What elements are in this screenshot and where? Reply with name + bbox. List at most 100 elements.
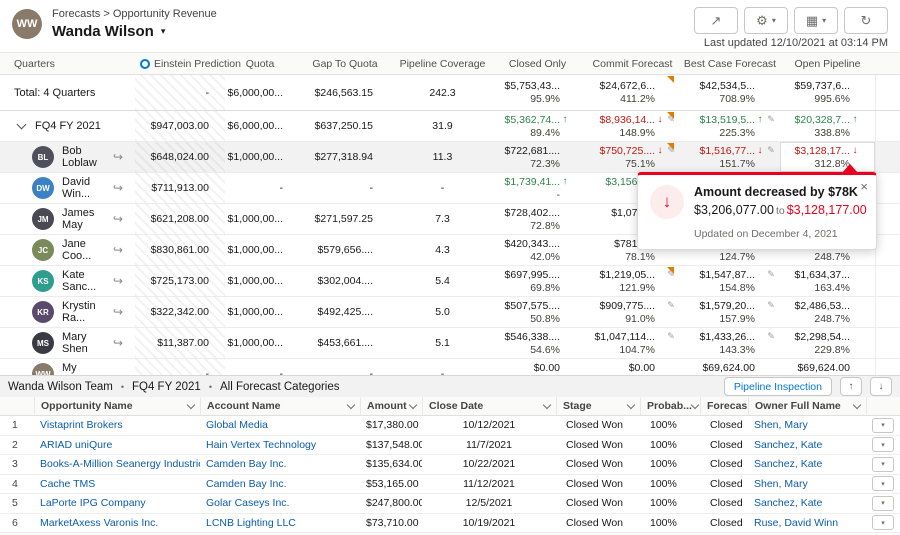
row-label-cell[interactable]: WWMy Opportunities <box>0 359 135 375</box>
closed-only-cell[interactable]: $507,575....50.8% <box>490 297 585 327</box>
account-name-link[interactable]: Golar Caseys Inc. <box>200 497 360 509</box>
edit-pencil-icon[interactable]: ✎ <box>665 300 677 311</box>
commit-forecast-cell[interactable]: $0.00 <box>585 359 680 375</box>
columns-button[interactable]: ▦▾ <box>794 7 838 34</box>
closed-only-cell[interactable]: $5,753,43...95.9% <box>490 75 585 110</box>
opportunity-name-link[interactable]: LaPorte IPG Company <box>34 497 200 509</box>
owner-name-link[interactable]: Sanchez, Kate <box>748 497 866 509</box>
account-name-link[interactable]: LCNB Lighting LLC <box>200 517 360 529</box>
collapse-panel-button[interactable]: ↓ <box>870 377 892 396</box>
account-name-link[interactable]: Camden Bay Inc. <box>200 458 360 470</box>
jump-to-icon[interactable]: ↪ <box>113 181 123 195</box>
account-name-link[interactable]: Hain Vertex Technology <box>200 439 360 451</box>
row-label-cell[interactable]: KRKrystin Ra...↪ <box>0 297 135 327</box>
jump-to-icon[interactable]: ↪ <box>113 274 123 288</box>
opportunity-name-link[interactable]: Books-A-Million Seanergy Industries <box>34 458 200 470</box>
row-actions-button[interactable]: ▾ <box>872 418 894 433</box>
popover-amounts: $3,206,077.00to$3,128,177.00 <box>694 203 867 217</box>
stage-cell: Closed Won <box>556 419 640 431</box>
jump-to-icon[interactable]: ↪ <box>113 212 123 226</box>
opportunity-name-link[interactable]: ARIAD uniQure <box>34 439 200 451</box>
best-case-forecast-cell[interactable]: $69,624.00 <box>680 359 780 375</box>
opportunity-name-link[interactable]: Cache TMS <box>34 478 200 490</box>
column-header-opportunity-name[interactable]: Opportunity Name <box>34 397 200 415</box>
owner-name-link[interactable]: Shen, Mary <box>748 419 866 431</box>
edit-pencil-icon[interactable]: ✎ <box>665 331 677 342</box>
best-case-forecast-cell[interactable]: $1,433,26...✎143.3% <box>680 328 780 358</box>
row-label-cell[interactable]: JCJane Coo...↪ <box>0 235 135 265</box>
open-pipeline-cell[interactable]: $59,737,6...995.6% <box>780 75 875 110</box>
expand-panel-button[interactable]: ↑ <box>840 377 862 396</box>
jump-to-icon[interactable]: ↪ <box>113 150 123 164</box>
closed-only-cell[interactable]: $697,995....69.8% <box>490 266 585 296</box>
jump-to-icon[interactable]: ↪ <box>113 305 123 319</box>
closed-only-cell[interactable]: $0.00 <box>490 359 585 375</box>
adjustment-indicator-icon <box>667 143 674 150</box>
edit-pencil-icon[interactable]: ✎ <box>765 331 777 342</box>
edit-pencil-icon[interactable]: ✎ <box>765 300 777 311</box>
column-header-probab[interactable]: Probab... <box>640 397 700 415</box>
owner-name-link[interactable]: Ruse, David Winn <box>748 517 866 529</box>
open-pipeline-cell[interactable]: $20,328,7...↑338.8% <box>780 111 875 141</box>
commit-forecast-cell[interactable]: $909,775....✎91.0% <box>585 297 680 327</box>
account-name-link[interactable]: Camden Bay Inc. <box>200 478 360 490</box>
column-header-account-name[interactable]: Account Name <box>200 397 360 415</box>
closed-only-cell[interactable]: $722,681....72.3% <box>490 142 585 172</box>
edit-pencil-icon[interactable]: ✎ <box>765 269 777 280</box>
opportunity-name-link[interactable]: Vistaprint Brokers <box>34 419 200 431</box>
row-label: Krystin Ra... <box>62 300 105 324</box>
row-label-cell[interactable]: DWDavid Win...↪ <box>0 173 135 203</box>
row-label-cell[interactable]: JMJames May↪ <box>0 204 135 234</box>
commit-forecast-cell[interactable]: $8,936,14...↓✎148.9% <box>585 111 680 141</box>
chevron-down-icon[interactable] <box>17 120 27 130</box>
account-name-link[interactable]: Global Media <box>200 419 360 431</box>
row-actions-button[interactable]: ▾ <box>872 476 894 491</box>
open-pipeline-cell[interactable]: $3,128,17...↓312.8% <box>780 142 875 172</box>
open-pipeline-cell[interactable]: $2,298,54...229.8% <box>780 328 875 358</box>
owner-name-link[interactable]: Shen, Mary <box>748 478 866 490</box>
commit-forecast-cell[interactable]: $750,725....↓✎75.1% <box>585 142 680 172</box>
closed-only-cell[interactable]: $1,739,41...↑- <box>490 173 585 203</box>
commit-forecast-cell[interactable]: $1,047,114...✎104.7% <box>585 328 680 358</box>
row-label-cell[interactable]: FQ4 FY 2021 <box>0 111 135 141</box>
closed-only-cell[interactable]: $5,362,74...↑89.4% <box>490 111 585 141</box>
close-icon[interactable]: × <box>860 179 868 194</box>
best-case-forecast-cell[interactable]: $1,516,77...↓✎151.7% <box>680 142 780 172</box>
open-pipeline-cell[interactable]: $69,624.00 <box>780 359 875 375</box>
column-header-stage[interactable]: Stage <box>556 397 640 415</box>
closed-only-cell[interactable]: $420,343....42.0% <box>490 235 585 265</box>
jump-to-icon[interactable]: ↪ <box>113 336 123 350</box>
column-header-amount[interactable]: Amount <box>360 397 422 415</box>
share-button[interactable]: ↗ <box>694 7 738 34</box>
column-header-close-date[interactable]: Close Date <box>422 397 556 415</box>
owner-name-link[interactable]: Sanchez, Kate <box>748 439 866 451</box>
open-pipeline-cell[interactable]: $2,486,53...248.7% <box>780 297 875 327</box>
row-actions-button[interactable]: ▾ <box>872 457 894 472</box>
closed-only-cell[interactable]: $546,338....54.6% <box>490 328 585 358</box>
edit-pencil-icon[interactable]: ✎ <box>765 145 777 156</box>
commit-forecast-cell[interactable]: $1,219,05...✎121.9% <box>585 266 680 296</box>
user-selector[interactable]: Wanda Wilson ▾ <box>52 23 217 40</box>
row-label-cell[interactable]: KSKate Sanc...↪ <box>0 266 135 296</box>
opportunity-name-link[interactable]: MarketAxess Varonis Inc. <box>34 517 200 529</box>
best-case-forecast-cell[interactable]: $42,534,5...708.9% <box>680 75 780 110</box>
best-case-forecast-cell[interactable]: $13,519,5...↑✎225.3% <box>680 111 780 141</box>
best-case-forecast-cell[interactable]: $1,579,20...✎157.9% <box>680 297 780 327</box>
pipeline-inspection-button[interactable]: Pipeline Inspection <box>724 377 832 396</box>
owner-name-link[interactable]: Sanchez, Kate <box>748 458 866 470</box>
open-pipeline-cell[interactable]: $1,634,37...163.4% <box>780 266 875 296</box>
column-header-forecas[interactable]: Forecas... <box>700 397 748 415</box>
settings-button[interactable]: ⚙▾ <box>744 7 788 34</box>
column-header-owner-full-name[interactable]: Owner Full Name <box>748 397 866 415</box>
commit-forecast-cell[interactable]: $24,672,6...411.2% <box>585 75 680 110</box>
row-label-cell[interactable]: BLBob Loblaw↪ <box>0 142 135 172</box>
row-actions-button[interactable]: ▾ <box>872 515 894 530</box>
row-actions-button[interactable]: ▾ <box>872 496 894 511</box>
row-label-cell[interactable]: MSMary Shen↪ <box>0 328 135 358</box>
closed-only-cell[interactable]: $728,402....72.8% <box>490 204 585 234</box>
row-actions-button[interactable]: ▾ <box>872 437 894 452</box>
best-case-forecast-cell[interactable]: $1,547,87...✎154.8% <box>680 266 780 296</box>
edit-pencil-icon[interactable]: ✎ <box>765 114 777 125</box>
jump-to-icon[interactable]: ↪ <box>113 243 123 257</box>
refresh-button[interactable]: ↻ <box>844 7 888 34</box>
